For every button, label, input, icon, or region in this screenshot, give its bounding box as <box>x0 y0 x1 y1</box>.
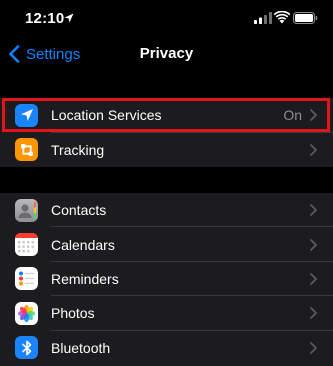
location-arrow-icon <box>64 13 74 23</box>
contacts-icon <box>15 198 38 222</box>
row-label: Location Services <box>51 107 162 124</box>
photos-icon <box>15 301 38 325</box>
row-label: Tracking <box>51 141 105 158</box>
row-value: On <box>283 107 302 124</box>
row-photos[interactable]: Photos <box>0 296 333 331</box>
reminders-icon <box>15 267 38 291</box>
chevron-right-icon <box>310 204 317 217</box>
bluetooth-icon <box>15 336 38 360</box>
row-label: Contacts <box>51 202 107 219</box>
row-location-services[interactable]: Location Services On <box>0 98 333 133</box>
chevron-right-icon <box>310 341 317 354</box>
row-contacts[interactable]: Contacts <box>0 193 333 228</box>
chevron-right-icon <box>310 238 317 251</box>
row-label: Reminders <box>51 270 119 287</box>
row-tracking[interactable]: Tracking <box>0 133 333 168</box>
privacy-screen: 12:10 Settings Privacy Location Services… <box>0 0 333 366</box>
chevron-right-icon <box>310 109 317 122</box>
chevron-right-icon <box>310 307 317 320</box>
row-reminders[interactable]: Reminders <box>0 262 333 297</box>
row-calendars[interactable]: Calendars <box>0 227 333 262</box>
privacy-group-apps: Contacts Calendars Reminders Photos Blue… <box>0 193 333 366</box>
calendar-icon <box>15 233 38 257</box>
navigation-bar: Settings Privacy <box>0 36 333 72</box>
chevron-right-icon <box>310 273 317 285</box>
tracking-icon <box>15 138 38 162</box>
wifi-icon <box>274 11 290 24</box>
chevron-right-icon <box>310 143 317 156</box>
row-label: Photos <box>51 305 95 322</box>
cellular-signal-icon <box>254 12 272 24</box>
row-label: Calendars <box>51 236 115 253</box>
battery-icon <box>293 12 318 24</box>
row-bluetooth[interactable]: Bluetooth <box>0 331 333 365</box>
row-label: Bluetooth <box>51 339 111 356</box>
status-bar: 12:10 <box>0 0 333 36</box>
page-title: Privacy <box>139 45 194 62</box>
privacy-group-primary: Location Services On Tracking <box>0 98 333 167</box>
status-time: 12:10 <box>25 10 65 27</box>
location-services-icon <box>15 103 38 127</box>
